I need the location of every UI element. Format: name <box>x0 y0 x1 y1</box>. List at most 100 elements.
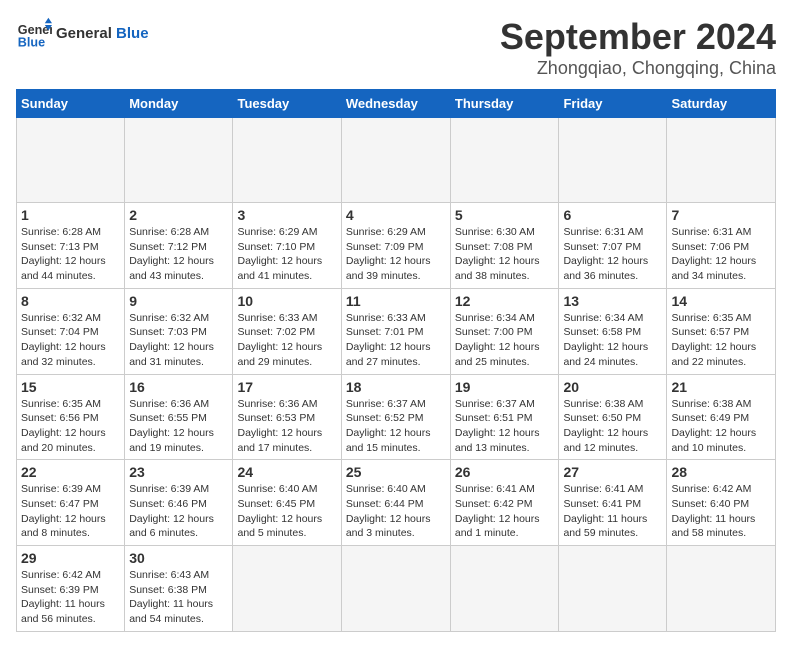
day-number: 8 <box>21 293 120 309</box>
day-number: 5 <box>455 207 555 223</box>
day-detail: Sunrise: 6:32 AMSunset: 7:04 PMDaylight:… <box>21 311 120 370</box>
day-number: 3 <box>237 207 336 223</box>
calendar-cell <box>450 118 559 203</box>
day-detail: Sunrise: 6:40 AMSunset: 6:44 PMDaylight:… <box>346 482 446 541</box>
day-number: 25 <box>346 464 446 480</box>
calendar-cell: 14Sunrise: 6:35 AMSunset: 6:57 PMDayligh… <box>667 288 776 374</box>
day-detail: Sunrise: 6:42 AMSunset: 6:39 PMDaylight:… <box>21 568 120 627</box>
calendar-cell <box>667 118 776 203</box>
calendar-cell: 13 Sunrise: 6:34 AMSunset: 6:58 PMDayligh… <box>559 288 667 374</box>
day-number: 19 <box>455 379 555 395</box>
calendar-cell: 21Sunrise: 6:38 AMSunset: 6:49 PMDayligh… <box>667 374 776 460</box>
calendar-cell: 24Sunrise: 6:40 AMSunset: 6:45 PMDayligh… <box>233 460 341 546</box>
day-number: 6 <box>563 207 662 223</box>
day-number: 22 <box>21 464 120 480</box>
week-row-0 <box>17 118 776 203</box>
day-number: 27 <box>563 464 662 480</box>
logo-text-blue: Blue <box>116 25 149 42</box>
day-number: 10 <box>237 293 336 309</box>
calendar-cell: 3 Sunrise: 6:29 AMSunset: 7:10 PMDaylight… <box>233 203 341 289</box>
page-container: General Blue General Blue September 2024… <box>16 16 776 632</box>
calendar-cell: 5 Sunrise: 6:30 AMSunset: 7:08 PMDaylight… <box>450 203 559 289</box>
day-detail: Sunrise: 6:38 AMSunset: 6:50 PMDaylight:… <box>563 397 662 456</box>
day-detail: Sunrise: 6:36 AMSunset: 6:55 PMDaylight:… <box>129 397 228 456</box>
calendar-table: SundayMondayTuesdayWednesdayThursdayFrid… <box>16 89 776 632</box>
title-area: September 2024 Zhongqiao, Chongqing, Chi… <box>500 16 776 79</box>
calendar-cell: 11 Sunrise: 6:33 AMSunset: 7:01 PMDayligh… <box>341 288 450 374</box>
week-row-1: 1Sunrise: 6:28 AMSunset: 7:13 PMDaylight… <box>17 203 776 289</box>
calendar-cell <box>125 118 233 203</box>
calendar-cell: 8 Sunrise: 6:32 AMSunset: 7:04 PMDaylight… <box>17 288 125 374</box>
calendar-cell: 19 Sunrise: 6:37 AMSunset: 6:51 PMDayligh… <box>450 374 559 460</box>
logo-icon: General Blue <box>16 16 52 52</box>
day-detail: Sunrise: 6:37 AMSunset: 6:52 PMDaylight:… <box>346 397 446 456</box>
calendar-cell: 16 Sunrise: 6:36 AMSunset: 6:55 PMDayligh… <box>125 374 233 460</box>
day-detail: Sunrise: 6:31 AMSunset: 7:06 PMDaylight:… <box>671 225 771 284</box>
day-number: 30 <box>129 550 228 566</box>
calendar-cell: 10Sunrise: 6:33 AMSunset: 7:02 PMDayligh… <box>233 288 341 374</box>
day-detail: Sunrise: 6:39 AMSunset: 6:47 PMDaylight:… <box>21 482 120 541</box>
day-number: 14 <box>671 293 771 309</box>
calendar-cell <box>17 118 125 203</box>
day-number: 7 <box>671 207 771 223</box>
day-detail: Sunrise: 6:38 AMSunset: 6:49 PMDaylight:… <box>671 397 771 456</box>
calendar-cell: 29 Sunrise: 6:42 AMSunset: 6:39 PMDayligh… <box>17 546 125 632</box>
calendar-cell <box>341 118 450 203</box>
calendar-cell: 2Sunrise: 6:28 AMSunset: 7:12 PMDaylight… <box>125 203 233 289</box>
day-detail: Sunrise: 6:33 AMSunset: 7:01 PMDaylight:… <box>346 311 446 370</box>
calendar-header-tuesday: Tuesday <box>233 90 341 118</box>
calendar-cell: 4Sunrise: 6:29 AMSunset: 7:09 PMDaylight… <box>341 203 450 289</box>
day-number: 13 <box>563 293 662 309</box>
calendar-cell <box>341 546 450 632</box>
calendar-cell: 1Sunrise: 6:28 AMSunset: 7:13 PMDaylight… <box>17 203 125 289</box>
day-number: 2 <box>129 207 228 223</box>
day-detail: Sunrise: 6:34 AMSunset: 7:00 PMDaylight:… <box>455 311 555 370</box>
day-number: 11 <box>346 293 446 309</box>
calendar-cell: 22 Sunrise: 6:39 AMSunset: 6:47 PMDayligh… <box>17 460 125 546</box>
calendar-cell <box>559 546 667 632</box>
day-number: 23 <box>129 464 228 480</box>
week-row-2: 8 Sunrise: 6:32 AMSunset: 7:04 PMDaylight… <box>17 288 776 374</box>
day-detail: Sunrise: 6:34 AMSunset: 6:58 PMDaylight:… <box>563 311 662 370</box>
calendar-cell: 27 Sunrise: 6:41 AMSunset: 6:41 PMDayligh… <box>559 460 667 546</box>
header: General Blue General Blue September 2024… <box>16 16 776 79</box>
day-detail: Sunrise: 6:41 AMSunset: 6:41 PMDaylight:… <box>563 482 662 541</box>
calendar-cell: 23Sunrise: 6:39 AMSunset: 6:46 PMDayligh… <box>125 460 233 546</box>
day-detail: Sunrise: 6:37 AMSunset: 6:51 PMDaylight:… <box>455 397 555 456</box>
calendar-cell <box>233 546 341 632</box>
calendar-cell <box>559 118 667 203</box>
day-number: 18 <box>346 379 446 395</box>
calendar-cell: 28Sunrise: 6:42 AMSunset: 6:40 PMDayligh… <box>667 460 776 546</box>
calendar-cell <box>450 546 559 632</box>
calendar-header-friday: Friday <box>559 90 667 118</box>
calendar-header-monday: Monday <box>125 90 233 118</box>
calendar-cell: 25 Sunrise: 6:40 AMSunset: 6:44 PMDayligh… <box>341 460 450 546</box>
month-title: September 2024 <box>500 16 776 58</box>
day-number: 24 <box>237 464 336 480</box>
day-detail: Sunrise: 6:29 AMSunset: 7:10 PMDaylight:… <box>237 225 336 284</box>
day-number: 12 <box>455 293 555 309</box>
calendar-header-wednesday: Wednesday <box>341 90 450 118</box>
day-number: 15 <box>21 379 120 395</box>
day-number: 16 <box>129 379 228 395</box>
calendar-cell <box>233 118 341 203</box>
day-number: 29 <box>21 550 120 566</box>
logo-text-general: General <box>56 25 112 42</box>
calendar-cell: 15Sunrise: 6:35 AMSunset: 6:56 PMDayligh… <box>17 374 125 460</box>
calendar-header-row: SundayMondayTuesdayWednesdayThursdayFrid… <box>17 90 776 118</box>
logo: General Blue General Blue <box>16 16 149 52</box>
calendar-cell: 9Sunrise: 6:32 AMSunset: 7:03 PMDaylight… <box>125 288 233 374</box>
day-number: 4 <box>346 207 446 223</box>
calendar-cell: 20Sunrise: 6:38 AMSunset: 6:50 PMDayligh… <box>559 374 667 460</box>
calendar-cell: 26Sunrise: 6:41 AMSunset: 6:42 PMDayligh… <box>450 460 559 546</box>
day-number: 26 <box>455 464 555 480</box>
calendar-cell <box>667 546 776 632</box>
calendar-cell: 18 Sunrise: 6:37 AMSunset: 6:52 PMDayligh… <box>341 374 450 460</box>
day-detail: Sunrise: 6:32 AMSunset: 7:03 PMDaylight:… <box>129 311 228 370</box>
calendar-cell: 12 Sunrise: 6:34 AMSunset: 7:00 PMDayligh… <box>450 288 559 374</box>
calendar-header-thursday: Thursday <box>450 90 559 118</box>
calendar-cell: 6Sunrise: 6:31 AMSunset: 7:07 PMDaylight… <box>559 203 667 289</box>
day-detail: Sunrise: 6:30 AMSunset: 7:08 PMDaylight:… <box>455 225 555 284</box>
week-row-4: 22 Sunrise: 6:39 AMSunset: 6:47 PMDayligh… <box>17 460 776 546</box>
calendar-header-sunday: Sunday <box>17 90 125 118</box>
